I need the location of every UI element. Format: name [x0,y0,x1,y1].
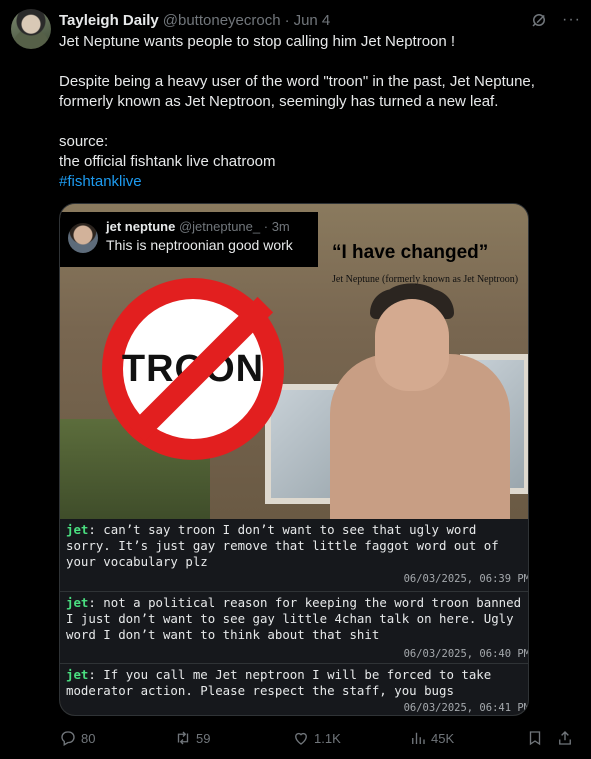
chat-line: sorry. It’s just gay remove that little … [66,538,499,553]
tweet-media[interactable]: TROON jet neptune @jetneptune_ · 3m This… [59,203,529,716]
chat-user: jet [66,522,89,537]
quoted-avatar [68,223,98,253]
share-icon [559,731,571,745]
chat-user: jet [66,667,89,682]
person-face [375,299,449,391]
hashtag-link[interactable]: #fishtanklive [59,173,142,190]
header-icons: ··· [530,11,581,29]
chat-log: jet: can’t say troon I don’t want to see… [60,519,529,715]
tweet-date[interactable]: Jun 4 [294,12,331,29]
like-icon [295,732,307,745]
author-display-name[interactable]: Tayleigh Daily [59,12,159,29]
chat-line: : If you call me Jet neptroon I will be … [88,667,492,682]
tweet-text: Jet Neptune wants people to stop calling… [59,32,569,192]
caption-title: “I have changed” [332,242,489,263]
chat-message: jet: can’t say troon I don’t want to see… [60,519,529,591]
like-button[interactable]: 1.1K [292,729,341,747]
quoted-time: · 3m [263,219,290,234]
tweet-text-line: Jet Neptune wants people to stop calling… [59,33,456,50]
retweet-icon [177,731,189,745]
chat-message: jet: If you call me Jet neptroon I will … [60,663,529,715]
chat-line: : not a political reason for keeping the… [88,595,522,610]
views-icon [412,732,425,744]
caption-subtitle: Jet Neptune (formerly known as Jet Neptr… [332,274,519,285]
author-handle[interactable]: @buttoneyecroch [163,12,281,29]
meme-photo: TROON jet neptune @jetneptune_ · 3m This… [60,204,528,524]
reply-count: 80 [81,730,96,746]
reply-icon [61,731,75,746]
action-bar: 80 59 1.1K 45K [59,728,579,748]
chat-user: jet [66,595,89,610]
chat-line: I just don’t want to see gay little 4cha… [66,611,514,626]
chat-line: moderator action. Please respect the sta… [66,683,454,698]
chat-timestamp: 06/03/2025, 06:41 PM [403,702,529,714]
reply-button[interactable]: 80 [59,729,95,747]
views-button[interactable]: 45K [409,729,454,747]
quoted-name: jet neptune [106,219,176,234]
tweet-text-line [59,112,569,132]
chat-line: : can’t say troon I don’t want to see th… [88,522,477,537]
retweet-button[interactable]: 59 [174,729,210,747]
like-count: 1.1K [314,730,341,746]
no-sign-icon: TROON [102,278,284,460]
tweet-text-line [59,52,569,72]
tweet-text-line: the official fishtank live chatroom [59,153,276,170]
tweet-header: Tayleigh Daily @buttoneyecroch · Jun 4 ·… [59,10,581,30]
quoted-handle: @jetneptune_ [178,219,261,234]
share-button[interactable] [556,729,574,747]
bookmark-button[interactable] [526,729,544,747]
tweet-text-line: Despite being a heavy user of the word "… [59,73,535,90]
quoted-header: jet neptune @jetneptune_ · 3m [106,219,293,234]
retweet-count: 59 [196,730,211,746]
chat-message: jet: not a political reason for keeping … [60,591,529,663]
chat-line: word I don’t want to think about that sh… [66,627,380,642]
author-avatar[interactable] [11,9,51,49]
chat-timestamp: 06/03/2025, 06:40 PM [403,648,529,660]
tweet-text-line: formerly known as Jet Neptroon, seemingl… [59,93,499,110]
quoted-tweet: jet neptune @jetneptune_ · 3m This is ne… [60,212,318,267]
tweet-text-line: source: [59,133,109,150]
chat-line: your vocabulary plz [66,554,208,569]
bookmark-icon [529,731,541,746]
chat-timestamp: 06/03/2025, 06:39 PM [403,573,529,585]
quoted-text: This is neptroonian good work [106,237,293,253]
more-icon[interactable]: ··· [562,12,581,28]
separator-dot: · [284,11,290,29]
views-count: 45K [431,730,455,746]
grok-icon[interactable] [530,11,548,29]
